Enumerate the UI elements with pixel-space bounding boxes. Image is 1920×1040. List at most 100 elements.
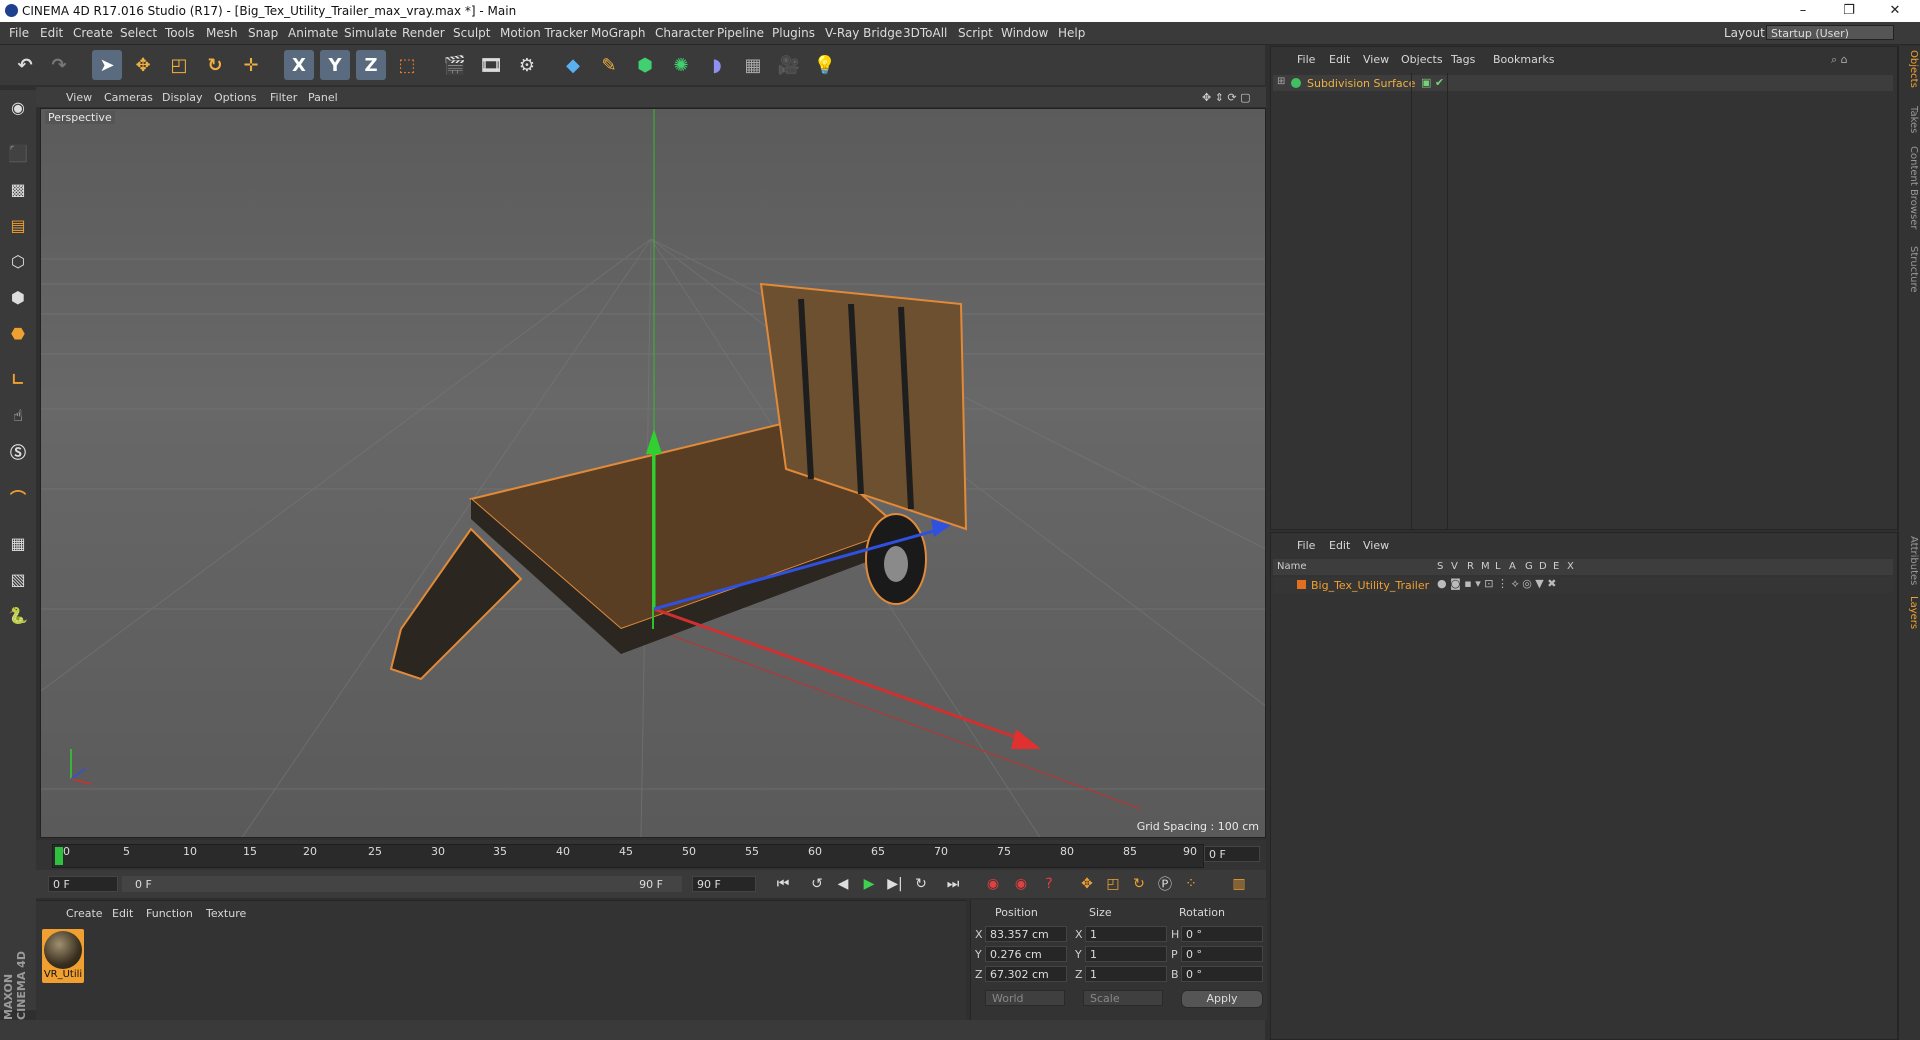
menu-render[interactable]: Render (402, 26, 445, 40)
coordinate-mode-dropdown[interactable]: World (985, 990, 1065, 1006)
menu-select[interactable]: Select (120, 26, 157, 40)
texture-mode-icon[interactable]: ▩ (3, 174, 33, 204)
key-pla-icon[interactable]: ⁘ (1180, 873, 1202, 895)
timeline-layout-icon[interactable]: ▥ (1228, 873, 1250, 895)
column-animation[interactable]: A (1509, 561, 1516, 572)
column-visible[interactable]: V (1451, 561, 1458, 572)
transform-icon[interactable]: ✛ (236, 50, 266, 80)
layer-menu-view[interactable]: View (1363, 539, 1389, 552)
transform-mode-dropdown[interactable]: Scale (1083, 990, 1163, 1006)
key-scale-icon[interactable]: ◰ (1102, 873, 1124, 895)
floor-icon[interactable]: ▦ (738, 50, 768, 80)
object-menu-objects[interactable]: Objects (1401, 53, 1443, 66)
viewport-menu-panel[interactable]: Panel (308, 91, 338, 104)
position-x-field[interactable]: 83.357 cm (985, 926, 1067, 942)
rotation-b-field[interactable]: 0 ° (1181, 966, 1263, 982)
next-frame-icon[interactable]: ▶| (884, 873, 906, 895)
layer-toggles-icon[interactable]: ● ◙ ▪ ▾ ⊡ ⋮ ⟡ ◎ ▼ ✖ (1437, 577, 1556, 591)
object-menu-bookmarks[interactable]: Bookmarks (1493, 53, 1554, 66)
menu-animate[interactable]: Animate (288, 26, 338, 40)
start-frame-field[interactable]: 0 F (48, 876, 118, 892)
y-axis-icon[interactable]: Y (320, 50, 350, 80)
maximize-button[interactable]: ❐ (1826, 0, 1872, 22)
tab-structure[interactable]: Structure (1901, 246, 1919, 293)
go-to-end-icon[interactable]: ⏭ (942, 873, 964, 895)
material-thumbnail[interactable]: VR_Utili (42, 929, 84, 983)
minimize-button[interactable]: – (1780, 0, 1826, 22)
3d-viewport[interactable]: Perspective Grid Spacing : 100 cm (40, 108, 1266, 838)
select-icon[interactable]: ➤ (92, 50, 122, 80)
column-locked[interactable]: L (1495, 561, 1501, 572)
rotation-h-field[interactable]: 0 ° (1181, 926, 1263, 942)
rotate-icon[interactable]: ↻ (200, 50, 230, 80)
tab-objects[interactable]: Objects (1901, 50, 1919, 88)
menu-file[interactable]: File (9, 26, 29, 40)
column-name[interactable]: Name (1277, 561, 1307, 572)
close-button[interactable]: ✕ (1872, 0, 1918, 22)
size-x-field[interactable]: 1 (1085, 926, 1167, 942)
menu-window[interactable]: Window (1001, 26, 1048, 40)
tab-attributes[interactable]: Attributes (1901, 536, 1919, 585)
key-parameter-icon[interactable]: Ⓟ (1154, 873, 1176, 895)
pen-icon[interactable]: ✎ (594, 50, 624, 80)
column-manager[interactable]: M (1481, 561, 1490, 572)
python-icon[interactable]: 🐍 (3, 600, 33, 630)
layer-color-swatch[interactable] (1297, 580, 1306, 589)
planar-workplane-icon[interactable]: ▧ (3, 564, 33, 594)
column-expressions[interactable]: E (1553, 561, 1559, 572)
menu-pipeline[interactable]: Pipeline (717, 26, 764, 40)
snap-icon[interactable]: ⌒ (3, 482, 33, 512)
render-settings-icon[interactable]: ⚙ (512, 50, 542, 80)
axis-mode-icon[interactable]: ∟ (3, 364, 33, 394)
render-picture-viewer-icon[interactable]: 🎞 (476, 50, 506, 80)
layer-menu-edit[interactable]: Edit (1329, 539, 1350, 552)
key-position-icon[interactable]: ✥ (1076, 873, 1098, 895)
z-axis-icon[interactable]: Z (356, 50, 386, 80)
menu-script[interactable]: Script (958, 26, 993, 40)
material-menu-texture[interactable]: Texture (206, 907, 246, 920)
keyframe-selection-icon[interactable]: ? (1038, 873, 1060, 895)
menu-sculpt[interactable]: Sculpt (453, 26, 490, 40)
next-key-icon[interactable]: ↻ (910, 873, 932, 895)
frame-range-slider[interactable]: 0 F 90 F (122, 876, 682, 892)
tab-layers[interactable]: Layers (1901, 596, 1919, 629)
tweak-mode-icon[interactable]: ☝ (3, 400, 33, 430)
tab-takes[interactable]: Takes (1901, 106, 1919, 133)
previous-frame-icon[interactable]: ◀ (832, 873, 854, 895)
object-menu-edit[interactable]: Edit (1329, 53, 1350, 66)
cube-icon[interactable]: ◆ (558, 50, 588, 80)
menu-help[interactable]: Help (1058, 26, 1085, 40)
menu-plugins[interactable]: Plugins (772, 26, 815, 40)
menu-tools[interactable]: Tools (165, 26, 195, 40)
auto-keying-icon[interactable]: ◉ (1010, 873, 1032, 895)
render-view-icon[interactable]: 🎬 (440, 50, 470, 80)
rotation-p-field[interactable]: 0 ° (1181, 946, 1263, 962)
move-icon[interactable]: ✥ (128, 50, 158, 80)
object-menu-tags[interactable]: Tags (1451, 53, 1475, 66)
viewport-nav-icons[interactable]: ✥ ⇕ ⟳ ▢ (1202, 91, 1251, 104)
position-z-field[interactable]: 67.302 cm (985, 966, 1067, 982)
column-deformers[interactable]: D (1539, 561, 1547, 572)
object-menu-view[interactable]: View (1363, 53, 1389, 66)
viewport-camera-label[interactable]: Perspective (45, 111, 115, 124)
previous-key-icon[interactable]: ↺ (806, 873, 828, 895)
search-icon[interactable]: ⌕ ⌂ (1831, 53, 1848, 67)
timeline-ruler[interactable]: 0 5 10 15 20 25 30 35 40 45 50 55 60 65 … (52, 844, 1204, 868)
timeline-playhead[interactable] (55, 847, 63, 865)
object-menu-file[interactable]: File (1297, 53, 1315, 66)
menu-3dtoall[interactable]: 3DToAll (903, 26, 947, 40)
menu-mograph[interactable]: MoGraph (591, 26, 646, 40)
layout-dropdown[interactable]: Startup (User) (1766, 25, 1894, 40)
make-editable-icon[interactable]: ◉ (3, 92, 33, 122)
object-row-subdivision-surface[interactable]: ⊞ Subdivision Surface ▣ ✔ (1273, 75, 1893, 91)
array-icon[interactable]: ✺ (666, 50, 696, 80)
deformer-icon[interactable]: ◗ (702, 50, 732, 80)
points-mode-icon[interactable]: ⬡ (3, 246, 33, 276)
menu-mesh[interactable]: Mesh (206, 26, 238, 40)
coord-system-icon[interactable]: ⬚ (392, 50, 422, 80)
edges-mode-icon[interactable]: ⬢ (3, 282, 33, 312)
enabled-check-icon[interactable]: ▣ ✔ (1421, 76, 1444, 89)
go-to-start-icon[interactable]: ⏮ (772, 873, 794, 895)
play-icon[interactable]: ▶ (858, 873, 880, 895)
apply-button[interactable]: Apply (1181, 990, 1263, 1008)
